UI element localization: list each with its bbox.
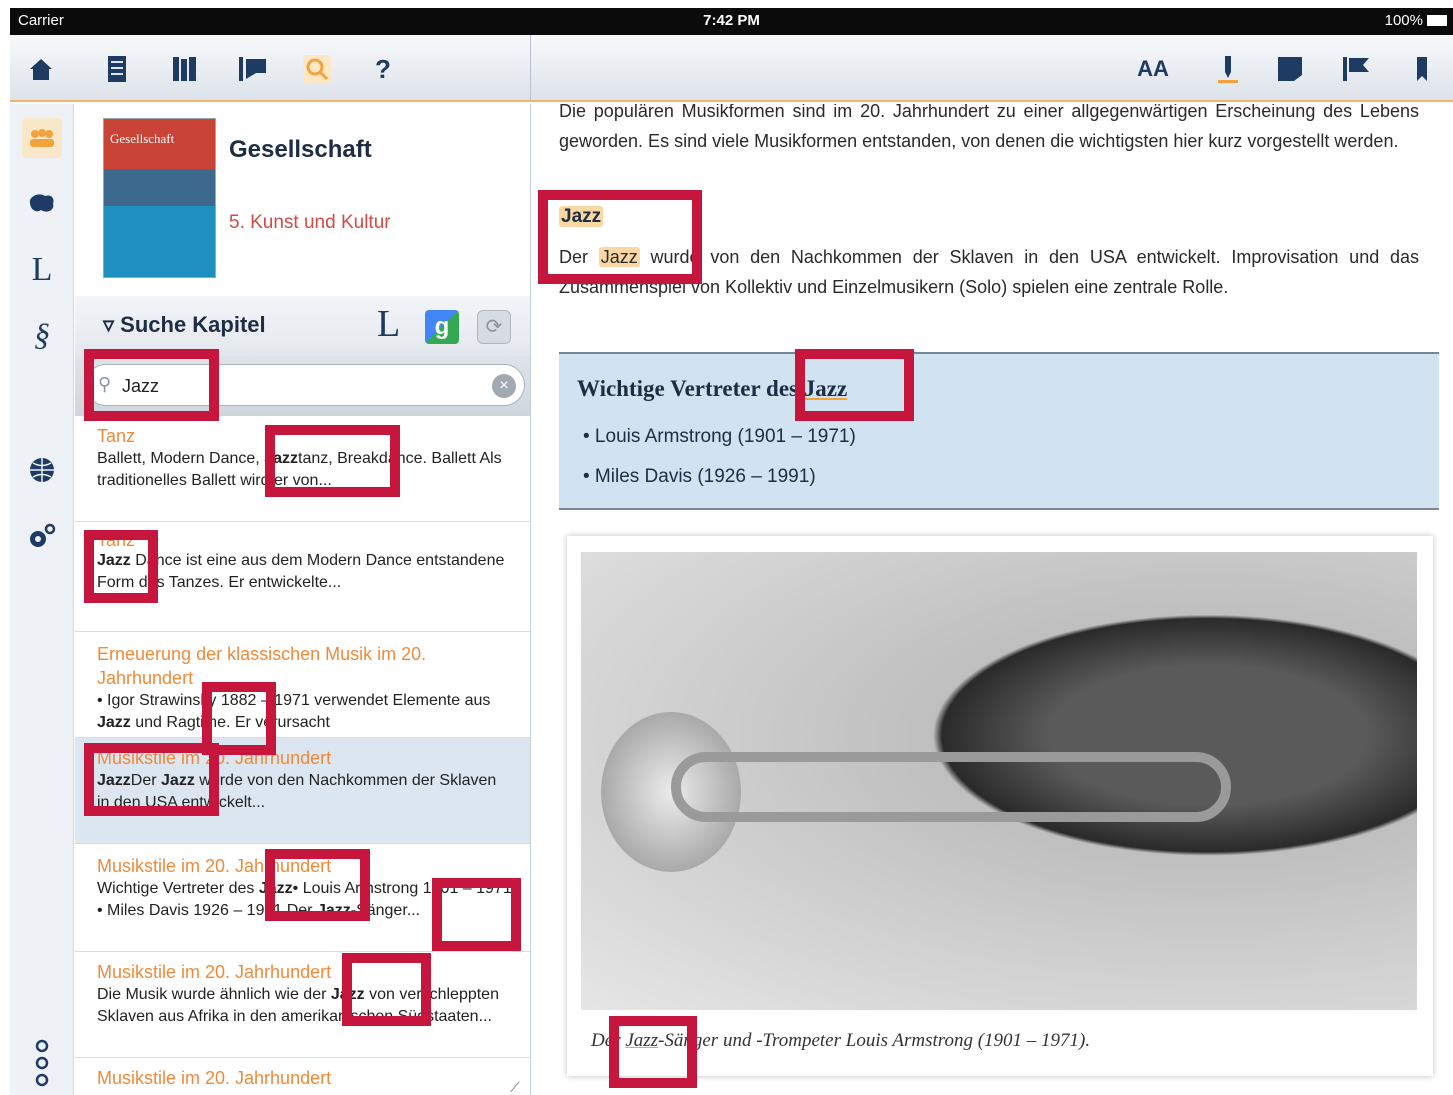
search-hit: Jazz (559, 206, 604, 227)
books-icon[interactable] (168, 52, 202, 86)
section-paragraph: Der Jazz wurde von den Nachkommen der Sk… (559, 242, 1419, 302)
note-icon[interactable] (1273, 52, 1307, 86)
notebook-icon[interactable] (100, 52, 134, 86)
result-snippet: • Igor Strawinsky 1882 – 1971 verwendet … (97, 692, 491, 731)
paragraph-icon[interactable]: § (22, 314, 62, 354)
refresh-button[interactable]: ⟳ (477, 310, 511, 344)
app-window: Carrier 7:42 PM 100% ? AA L § Gesellscha… (0, 0, 1453, 1095)
info-box: Wichtige Vertreter des Jazz • Louis Arms… (559, 352, 1439, 510)
resize-grip-icon[interactable]: ⟋ (510, 1079, 520, 1095)
reader-view: Die populären Musikformen sind im 20. Ja… (531, 104, 1453, 1095)
result-snippet: Jazz Dance ist eine aus dem Modern Dance… (97, 552, 505, 591)
result-item[interactable]: Tanz Ballett, Modern Dance, Jazztanz, Br… (75, 416, 530, 522)
reader-toolbar: AA (531, 35, 1453, 102)
map-icon[interactable] (22, 184, 62, 224)
result-title: Musikstile im 20. Jahrhundert (97, 962, 332, 982)
search-bar: ⚲ × (75, 356, 530, 416)
search-hit: Jazz (625, 1030, 659, 1051)
result-item[interactable]: Musikstile im 20. Jahrhundert Wichtige V… (75, 844, 530, 952)
book-cover-title: Gesellschaft (110, 131, 175, 146)
text-span: Der (559, 247, 599, 267)
search-icon[interactable] (300, 52, 334, 86)
home-icon[interactable] (24, 52, 58, 86)
google-search-button[interactable]: g (425, 310, 459, 344)
font-size-icon[interactable]: AA (1136, 52, 1170, 86)
result-title: Tanz (97, 426, 136, 446)
clear-search-icon[interactable]: × (492, 374, 516, 398)
book-cover[interactable]: Gesellschaft (103, 118, 216, 278)
lexicon-icon[interactable]: L (22, 250, 62, 290)
info-box-item: • Louis Armstrong (1901 – 1971) (583, 426, 856, 447)
text-span: wurde von den Nachkommen der Sklaven in … (559, 247, 1419, 297)
result-item-selected[interactable]: Musikstile im 20. Jahrhundert JazzDer Ja… (75, 738, 530, 844)
result-snippet: Wichtige Vertreter des Jazz• Louis Armst… (97, 880, 512, 919)
info-box-item: • Miles Davis (1926 – 1991) (583, 466, 816, 487)
magnifier-icon: ⚲ (98, 374, 112, 394)
section-heading: Jazz (559, 206, 604, 228)
search-field: ⚲ × (85, 364, 525, 406)
status-bar: Carrier 7:42 PM 100% (10, 8, 1453, 35)
navigation-toolbar: ? (10, 35, 530, 102)
group-icon[interactable] (22, 118, 62, 158)
info-box-title: Wichtige Vertreter des Jazz (577, 376, 847, 402)
result-title: Erneuerung der klassischen Musik im 20. … (97, 644, 427, 688)
battery-icon (1427, 15, 1447, 26)
result-item[interactable]: Musikstile im 20. Jahrhundert Die Musik … (75, 952, 530, 1058)
bookmark-icon[interactable] (1405, 52, 1439, 86)
result-snippet: Ballett, Modern Dance, Jazztanz, Breakda… (97, 450, 502, 489)
side-rail: L § (10, 104, 74, 1095)
clock: 7:42 PM (703, 12, 760, 29)
book-title: Gesellschaft (229, 136, 372, 163)
result-title: Musikstile im 20. Jahrhundert (97, 1068, 332, 1088)
result-title: Tanz (97, 534, 136, 550)
battery-percentage: 100% (1384, 12, 1423, 29)
search-header: ▿ Suche Kapitel L g ⟳ (75, 296, 530, 356)
figure-caption: Der Jazz-Sänger und -Trompeter Louis Arm… (591, 1030, 1090, 1052)
text-span: -Sänger und -Trompeter Louis Armstrong (… (658, 1030, 1091, 1051)
search-results-list: Tanz Ballett, Modern Dance, Jazztanz, Br… (75, 416, 530, 1095)
help-icon[interactable]: ? (366, 52, 400, 86)
book-chapter[interactable]: 5. Kunst und Kultur (229, 212, 391, 234)
search-panel: Gesellschaft Gesellschaft 5. Kunst und K… (75, 104, 530, 1095)
search-scope-toggle[interactable]: ▿ Suche Kapitel (103, 312, 266, 338)
result-title: Musikstile im 20. Jahrhundert (97, 856, 332, 876)
search-input[interactable] (122, 373, 482, 399)
result-snippet: JazzDer Jazz wurde von den Nachkommen de… (97, 772, 497, 811)
lexicon-search-button[interactable]: L (377, 302, 400, 346)
result-title: Musikstile im 20. Jahrhundert (97, 748, 332, 768)
result-snippet: Die Musik wurde ähnlich wie der Jazz von… (97, 986, 499, 1025)
text-span: Der (591, 1030, 626, 1051)
search-hit: Jazz (598, 247, 640, 267)
result-item[interactable]: Erneuerung der klassischen Musik im 20. … (75, 632, 530, 738)
trumpet-shape (671, 752, 1231, 822)
flag-icon[interactable] (1339, 52, 1373, 86)
intro-paragraph: Die populären Musikformen sind im 20. Ja… (559, 104, 1419, 151)
pin-icon[interactable] (1211, 52, 1245, 86)
figure: Der Jazz-Sänger und -Trompeter Louis Arm… (567, 536, 1433, 1076)
search-hit: Jazz (803, 376, 848, 401)
globe-icon[interactable] (22, 450, 62, 490)
result-item[interactable]: Musikstile im 20. Jahrhundert (75, 1058, 530, 1095)
trumpeter-photo[interactable] (581, 552, 1417, 1010)
result-item[interactable]: Tanz Jazz Dance ist eine aus dem Modern … (75, 522, 530, 632)
more-icon[interactable] (22, 1034, 62, 1092)
bookmark-list-icon[interactable] (236, 52, 270, 86)
text-span: Wichtige Vertreter des (577, 376, 804, 401)
settings-icon[interactable] (22, 516, 62, 556)
